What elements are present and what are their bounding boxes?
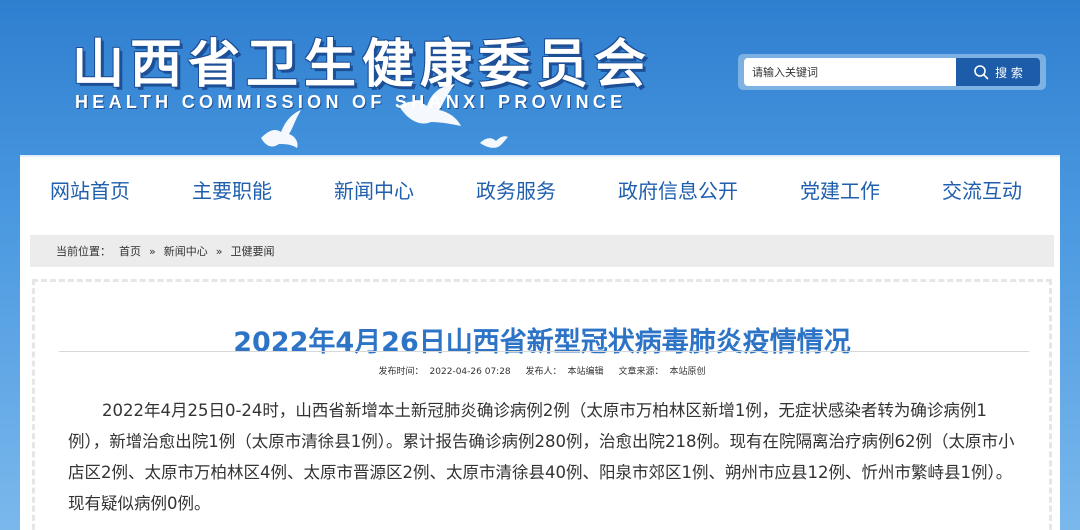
- breadcrumb: 当前位置： 首页 » 新闻中心 » 卫健要闻: [30, 235, 1054, 267]
- article-body: 2022年4月25日0-24时，山西省新增本土新冠肺炎确诊病例2例（太原市万柏林…: [68, 401, 1015, 513]
- nav-item-party[interactable]: 党建工作: [800, 175, 880, 204]
- breadcrumb-separator: »: [215, 244, 223, 258]
- nav-item-functions[interactable]: 主要职能: [192, 175, 272, 204]
- breadcrumb-news[interactable]: 新闻中心: [164, 243, 208, 259]
- source: 本站原创: [669, 367, 706, 377]
- breadcrumb-prefix: 当前位置：: [56, 245, 111, 258]
- main-nav: 网站首页 主要职能 新闻中心 政务服务 政府信息公开 党建工作 交流互动: [20, 155, 1060, 221]
- publisher-label: 发布人：: [525, 367, 562, 377]
- nav-item-services[interactable]: 政务服务: [476, 175, 556, 204]
- breadcrumb-home[interactable]: 首页: [119, 243, 141, 259]
- search-bar: 搜 索: [744, 58, 1040, 86]
- publish-time: 2022-04-26 07:28: [429, 367, 511, 377]
- breadcrumb-separator: »: [149, 244, 156, 258]
- search-box: 搜 索: [738, 54, 1046, 90]
- site-header: 山西省卫生健康委员会 HEALTH COMMISSION OF SHANXI P…: [0, 0, 1080, 155]
- dove-illustration: [480, 136, 508, 148]
- dove-illustration: [399, 84, 461, 126]
- source-label: 文章来源：: [618, 367, 664, 377]
- search-button-label: 搜 索: [995, 65, 1023, 80]
- nav-item-news[interactable]: 新闻中心: [334, 175, 414, 204]
- article-title: 2022年4月26日山西省新型冠状病毒肺炎疫情情况: [233, 327, 851, 358]
- publish-time-label: 发布时间：: [378, 367, 424, 377]
- search-button[interactable]: 搜 索: [956, 58, 1040, 86]
- breadcrumb-current[interactable]: 卫健要闻: [230, 243, 274, 259]
- search-input[interactable]: [744, 58, 956, 86]
- search-icon: [974, 65, 989, 80]
- dove-illustration: [261, 110, 301, 148]
- article-meta: 发布时间： 2022-04-26 07:28 发布人： 本站编辑 文章来源： 本站原创: [35, 364, 1049, 377]
- content-area: 当前位置： 首页 » 新闻中心 » 卫健要闻 2022年4月26日山西省新型冠状…: [20, 221, 1060, 530]
- nav-item-home[interactable]: 网站首页: [50, 175, 130, 204]
- title-divider: [59, 351, 1029, 352]
- site-subtitle: HEALTH COMMISSION OF SHANXI PROVINCE: [75, 92, 627, 112]
- nav-item-disclosure[interactable]: 政府信息公开: [618, 175, 738, 204]
- site-title: 山西省卫生健康委员会: [72, 35, 653, 95]
- article: 2022年4月26日山西省新型冠状病毒肺炎疫情情况 发布时间： 2022-04-2…: [32, 279, 1052, 530]
- nav-item-interaction[interactable]: 交流互动: [942, 175, 1022, 204]
- publisher: 本站编辑: [567, 367, 604, 377]
